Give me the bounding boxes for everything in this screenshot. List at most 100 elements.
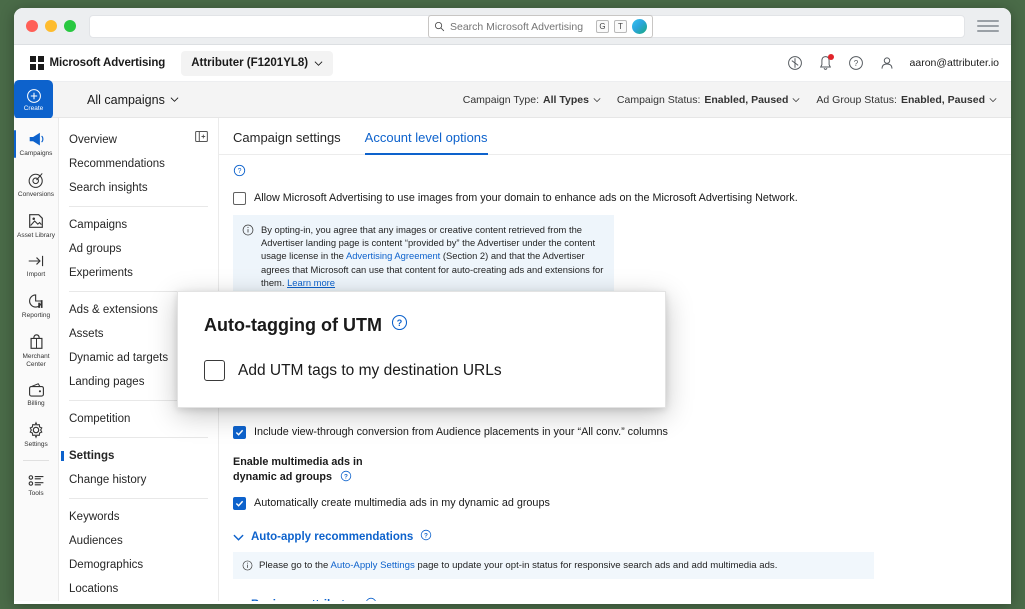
help-icon[interactable]: ? (848, 55, 864, 71)
svg-text:?: ? (369, 600, 373, 601)
help-circle-icon[interactable]: ? (391, 314, 408, 336)
tab-campaign-settings[interactable]: Campaign settings (233, 130, 341, 154)
chevron-down-icon (233, 534, 244, 541)
viewthrough-checkbox[interactable] (233, 426, 246, 440)
account-person-icon[interactable] (879, 55, 895, 71)
filter-campaign-type[interactable]: Campaign Type: All Types (463, 94, 601, 106)
sidebar-item-label: Billing (27, 400, 45, 407)
nav-link-keywords[interactable]: Keywords (59, 505, 218, 529)
close-window-button[interactable] (26, 20, 38, 32)
target-icon (28, 173, 43, 188)
multimedia-checkbox[interactable] (233, 497, 246, 511)
hamburger-menu-icon[interactable] (977, 20, 999, 32)
search-input[interactable] (450, 20, 591, 33)
sidebar-item-label: Settings (24, 441, 48, 448)
svg-text:?: ? (397, 318, 403, 328)
settings-tabs: Campaign settings Account level options (219, 118, 1011, 155)
svg-text:?: ? (424, 532, 428, 539)
help-circle-icon[interactable]: ? (340, 470, 352, 487)
chevron-down-icon (989, 97, 997, 102)
campaign-scope-label: All campaigns (87, 92, 165, 107)
nav-group-5: Keywords Audiences Demographics Location… (59, 505, 218, 604)
sidebar-item-campaigns[interactable]: Campaigns (14, 124, 59, 164)
nav-link-ad-schedule[interactable]: Ad schedule (59, 601, 218, 604)
nav-link-experiments[interactable]: Experiments (59, 261, 218, 285)
sidebar-item-settings[interactable]: Settings (14, 414, 59, 455)
nav-link-audiences[interactable]: Audiences (59, 529, 218, 553)
desktop-background: Microsoft Advertising Attributer (F1201Y… (0, 0, 1025, 609)
global-search[interactable]: G T (428, 15, 653, 38)
nav-group-3: Competition (59, 407, 218, 431)
nav-link-search-insights[interactable]: Search insights (59, 176, 218, 200)
filter-campaign-status[interactable]: Campaign Status: Enabled, Paused (617, 94, 801, 106)
sidebar-item-billing[interactable]: Billing (14, 375, 59, 414)
multimedia-row: Automatically create multimedia ads in m… (233, 496, 997, 511)
pie-chart-icon (28, 294, 43, 308)
info-circle-icon (242, 224, 254, 236)
tab-account-level-options[interactable]: Account level options (364, 130, 488, 155)
browser-window: Microsoft Advertising Attributer (F1201Y… (14, 8, 1011, 604)
nav-link-recommendations[interactable]: Recommendations (59, 152, 218, 176)
images-optin-checkbox[interactable] (233, 192, 246, 205)
filter-prefix: Ad Group Status: (816, 93, 897, 106)
learn-more-link[interactable]: Learn more (287, 277, 335, 288)
sidebar-item-merchant-center[interactable]: Merchant Center (14, 326, 59, 375)
microsoft-advertising-logo[interactable]: Microsoft Advertising (30, 56, 165, 70)
nav-link-locations[interactable]: Locations (59, 577, 218, 601)
nav-link-ad-groups[interactable]: Ad groups (59, 237, 218, 261)
nav-link-overview[interactable]: Overview (59, 128, 218, 152)
account-label: Attributer (F1201YL8) (191, 57, 309, 69)
filter-prefix: Campaign Status: (616, 93, 701, 106)
copilot-icon[interactable] (632, 19, 647, 34)
sidebar-item-label: Merchant Center (22, 353, 50, 368)
filter-ad-group-status[interactable]: Ad Group Status: Enabled, Paused (816, 94, 997, 106)
accessibility-icon[interactable] (787, 55, 803, 71)
nav-link-campaigns[interactable]: Campaigns (59, 213, 218, 237)
auto-apply-note-box: Please go to the Auto-Apply Settings pag… (233, 552, 874, 580)
info-circle-icon (242, 560, 253, 571)
kbd-hint-g: G (596, 20, 609, 33)
help-circle-icon[interactable]: ? (233, 164, 246, 181)
chevron-down-icon (593, 97, 601, 102)
asset-library-icon (29, 214, 43, 228)
nav-link-settings[interactable]: Settings (59, 444, 218, 468)
sidebar-item-import[interactable]: Import (14, 246, 59, 285)
help-circle-icon[interactable]: ? (365, 597, 377, 601)
auto-apply-settings-link[interactable]: Auto-Apply Settings (330, 560, 414, 571)
images-info-box: By opting-in, you agree that any images … (233, 215, 614, 298)
business-attributes-section-header[interactable]: Business attributes ? (233, 597, 997, 601)
header-actions: ? aaron@attributer.io (787, 54, 999, 71)
auto-apply-section-header[interactable]: Auto-apply recommendations ? (233, 529, 997, 544)
add-utm-tags-checkbox[interactable] (204, 360, 225, 381)
chevron-down-icon (792, 97, 800, 102)
create-button[interactable]: Create (14, 80, 53, 119)
nav-link-competition[interactable]: Competition (59, 407, 218, 431)
checkmark-icon (235, 429, 244, 436)
window-controls[interactable] (26, 20, 76, 32)
nav-link-change-history[interactable]: Change history (59, 468, 218, 492)
primary-nav-rail: Campaigns Conversions Asset Library Impo… (14, 118, 59, 601)
campaign-scope-selector[interactable]: All campaigns (87, 93, 179, 107)
sidebar-item-tools[interactable]: Tools (14, 466, 59, 504)
chevron-down-icon (170, 97, 179, 102)
nav-divider (69, 498, 208, 499)
notifications-bell-icon[interactable] (818, 54, 834, 71)
sidebar-item-reporting[interactable]: Reporting (14, 285, 59, 326)
chevron-down-icon (314, 60, 323, 66)
minimize-window-button[interactable] (45, 20, 57, 32)
account-selector[interactable]: Attributer (F1201YL8) (181, 50, 334, 76)
gear-icon (29, 421, 43, 439)
body-area: Campaigns Conversions Asset Library Impo… (14, 118, 1011, 601)
shopping-bag-icon (30, 334, 42, 349)
nav-link-demographics[interactable]: Demographics (59, 553, 218, 577)
help-circle-icon[interactable]: ? (420, 529, 432, 544)
sidebar-item-conversions[interactable]: Conversions (14, 164, 59, 205)
sidebar-item-asset-library[interactable]: Asset Library (14, 205, 59, 246)
note-text-1: Please go to the (259, 560, 331, 572)
kbd-hint-t: T (614, 20, 627, 33)
viewthrough-label: Include view-through conversion from Aud… (254, 426, 668, 439)
sidebar-item-label: Import (26, 271, 46, 278)
maximize-window-button[interactable] (64, 20, 76, 32)
business-attributes-title: Business attributes (251, 599, 358, 601)
advertising-agreement-link[interactable]: Advertising Agreement (346, 250, 440, 261)
